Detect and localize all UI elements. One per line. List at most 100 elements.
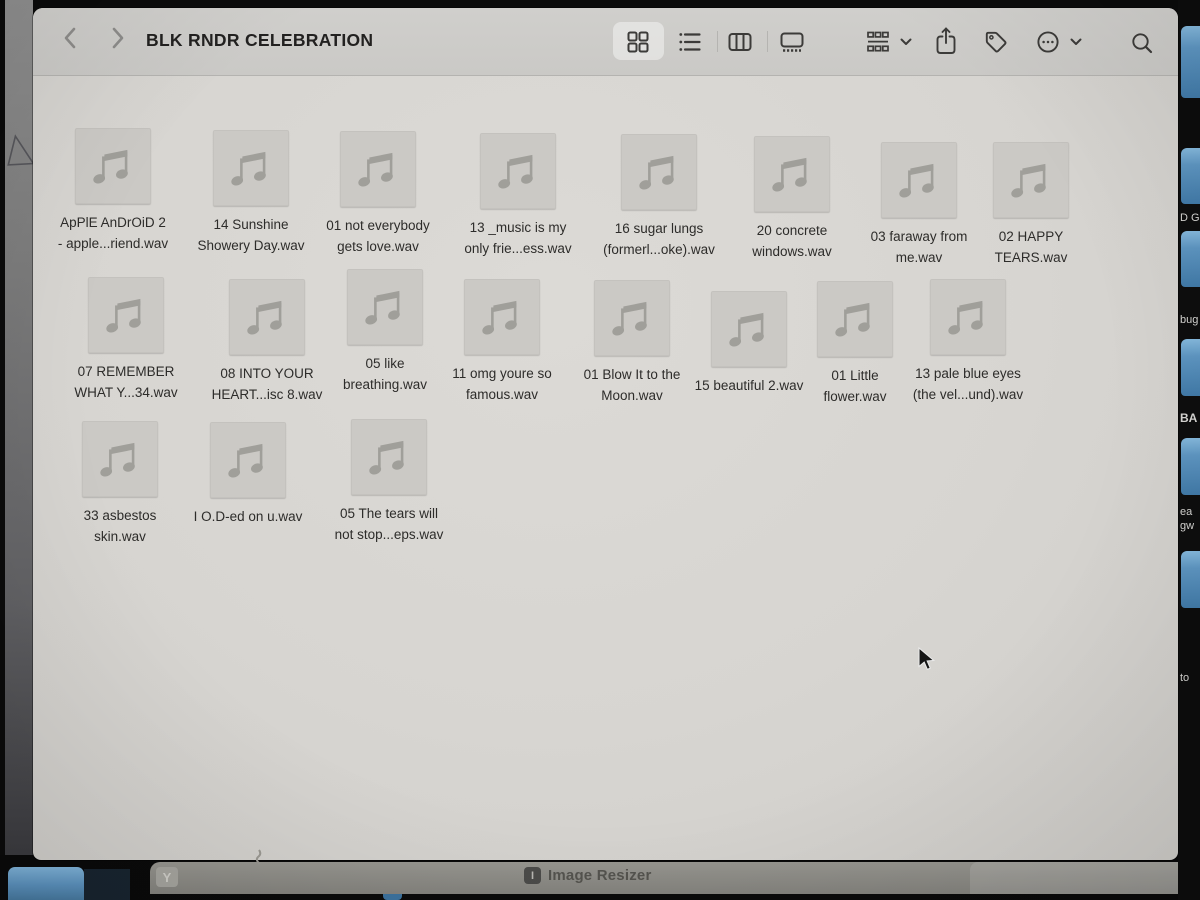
music-note-icon bbox=[896, 160, 942, 200]
audio-file-icon bbox=[930, 279, 1006, 355]
forward-button[interactable] bbox=[103, 24, 131, 52]
music-note-icon bbox=[495, 151, 541, 191]
desktop-folder-icon[interactable] bbox=[1181, 438, 1200, 495]
file-item[interactable]: I O.D-ed on u.wav bbox=[210, 422, 286, 498]
toolbar-separator bbox=[717, 31, 718, 52]
music-note-icon bbox=[636, 152, 682, 192]
toolbar-separator bbox=[767, 31, 768, 52]
file-item[interactable]: 05 The tears will not stop...eps.wav bbox=[351, 419, 427, 495]
audio-file-icon bbox=[340, 131, 416, 207]
music-note-icon bbox=[366, 437, 412, 477]
file-item[interactable]: ApPlE AnDrOiD 2 - apple...riend.wav bbox=[75, 128, 151, 204]
audio-file-icon bbox=[210, 422, 286, 498]
desktop-folder-icon[interactable] bbox=[1181, 26, 1200, 98]
search-button[interactable] bbox=[1129, 30, 1155, 56]
tags-button[interactable] bbox=[983, 29, 1009, 55]
audio-file-icon bbox=[881, 142, 957, 218]
file-item[interactable]: 13 _music is my only frie...ess.wav bbox=[480, 133, 556, 209]
icon-view-button[interactable] bbox=[625, 29, 651, 55]
ellipsis-circle-icon bbox=[1035, 29, 1061, 55]
gallery-view-button[interactable] bbox=[779, 29, 805, 55]
folder-label-fragment: BA bbox=[1180, 412, 1197, 425]
badge-y[interactable]: Y bbox=[156, 867, 178, 887]
desktop-folder-icon[interactable] bbox=[1181, 339, 1200, 396]
music-note-icon bbox=[362, 287, 408, 327]
audio-file-icon bbox=[347, 269, 423, 345]
file-item[interactable]: 07 REMEMBER WHAT Y...34.wav bbox=[88, 277, 164, 353]
finder-toolbar: BLK RNDR CELEBRATION bbox=[33, 8, 1178, 76]
group-button[interactable] bbox=[865, 29, 891, 55]
column-view-icon bbox=[727, 29, 753, 55]
file-item[interactable]: 14 Sunshine Showery Day.wav bbox=[213, 130, 289, 206]
search-icon bbox=[1129, 30, 1155, 56]
desktop-bottom-area: Y I Image Resizer bbox=[0, 855, 1200, 900]
audio-file-icon bbox=[75, 128, 151, 204]
music-note-icon bbox=[609, 298, 655, 338]
music-note-icon bbox=[726, 309, 772, 349]
file-item[interactable]: 01 Little flower.wav bbox=[817, 281, 893, 357]
desktop-folder-icon[interactable] bbox=[1181, 551, 1200, 608]
music-note-icon bbox=[97, 439, 143, 479]
gallery-view-icon bbox=[779, 29, 805, 55]
finder-window: BLK RNDR CELEBRATION bbox=[33, 8, 1178, 860]
window-title: BLK RNDR CELEBRATION bbox=[146, 30, 373, 51]
file-item[interactable]: 02 HAPPY TEARS.wav bbox=[993, 142, 1069, 218]
share-button[interactable] bbox=[933, 25, 959, 57]
audio-file-icon bbox=[82, 421, 158, 497]
background-app-bar[interactable]: Y I Image Resizer bbox=[150, 862, 1200, 894]
music-note-icon bbox=[355, 149, 401, 189]
photographed-screen: Y I Image Resizer D G bug BA ea gw to bbox=[0, 0, 1200, 900]
file-item[interactable]: 15 beautiful 2.wav bbox=[711, 291, 787, 367]
audio-file-icon bbox=[754, 136, 830, 212]
file-item[interactable]: 33 asbestos skin.wav bbox=[82, 421, 158, 497]
desktop-right-edge: D G bug BA ea gw to bbox=[1178, 0, 1200, 900]
image-resizer-label: Image Resizer bbox=[548, 867, 651, 884]
back-button[interactable] bbox=[57, 24, 85, 52]
folder-label-fragment: ea bbox=[1180, 506, 1192, 519]
music-note-icon bbox=[228, 148, 274, 188]
list-view-button[interactable] bbox=[677, 29, 703, 55]
image-resizer-tab[interactable]: I Image Resizer bbox=[524, 867, 651, 884]
file-item[interactable]: 16 sugar lungs (formerl...oke).wav bbox=[621, 134, 697, 210]
chevron-down-icon[interactable] bbox=[900, 38, 912, 46]
file-item[interactable]: 01 Blow It to the Moon.wav bbox=[594, 280, 670, 356]
audio-file-icon bbox=[817, 281, 893, 357]
music-note-icon bbox=[832, 299, 878, 339]
file-item[interactable]: 03 faraway from me.wav bbox=[881, 142, 957, 218]
file-item[interactable]: 05 like breathing.wav bbox=[347, 269, 423, 345]
chevron-down-icon[interactable] bbox=[1070, 38, 1082, 46]
file-item[interactable]: 20 concrete windows.wav bbox=[754, 136, 830, 212]
triangle-mark-icon bbox=[1, 132, 35, 172]
desktop-folder-icon[interactable] bbox=[1181, 231, 1200, 287]
background-window-blue[interactable] bbox=[8, 867, 84, 900]
image-resizer-icon: I bbox=[524, 867, 541, 884]
column-view-button[interactable] bbox=[727, 29, 753, 55]
folder-label-fragment: bug bbox=[1180, 314, 1198, 327]
list-view-icon bbox=[677, 29, 703, 55]
group-icon bbox=[865, 29, 891, 55]
audio-file-icon bbox=[711, 291, 787, 367]
mouse-cursor-icon bbox=[917, 647, 941, 673]
audio-file-icon bbox=[594, 280, 670, 356]
more-button[interactable] bbox=[1035, 29, 1061, 55]
file-item[interactable]: 08 INTO YOUR HEART...isc 8.wav bbox=[229, 279, 305, 355]
music-note-icon bbox=[1008, 160, 1054, 200]
music-note-icon bbox=[769, 154, 815, 194]
music-note-icon bbox=[945, 297, 991, 337]
background-window-dark bbox=[84, 869, 130, 900]
file-name: 02 HAPPY TEARS.wav bbox=[937, 226, 1125, 268]
screen-scratch-mark bbox=[250, 848, 270, 868]
music-note-icon bbox=[225, 440, 271, 480]
audio-file-icon bbox=[993, 142, 1069, 218]
file-item[interactable]: 11 omg youre so famous.wav bbox=[464, 279, 540, 355]
music-note-icon bbox=[103, 295, 149, 335]
file-item[interactable]: 13 pale blue eyes (the vel...und).wav bbox=[930, 279, 1006, 355]
folder-label-fragment: D G bbox=[1180, 212, 1200, 225]
audio-file-icon bbox=[213, 130, 289, 206]
file-name: 05 The tears will not stop...eps.wav bbox=[295, 503, 483, 545]
audio-file-icon bbox=[621, 134, 697, 210]
audio-file-icon bbox=[351, 419, 427, 495]
folder-label-fragment: to bbox=[1180, 672, 1189, 685]
desktop-folder-icon[interactable] bbox=[1181, 148, 1200, 204]
file-item[interactable]: 01 not everybody gets love.wav bbox=[340, 131, 416, 207]
